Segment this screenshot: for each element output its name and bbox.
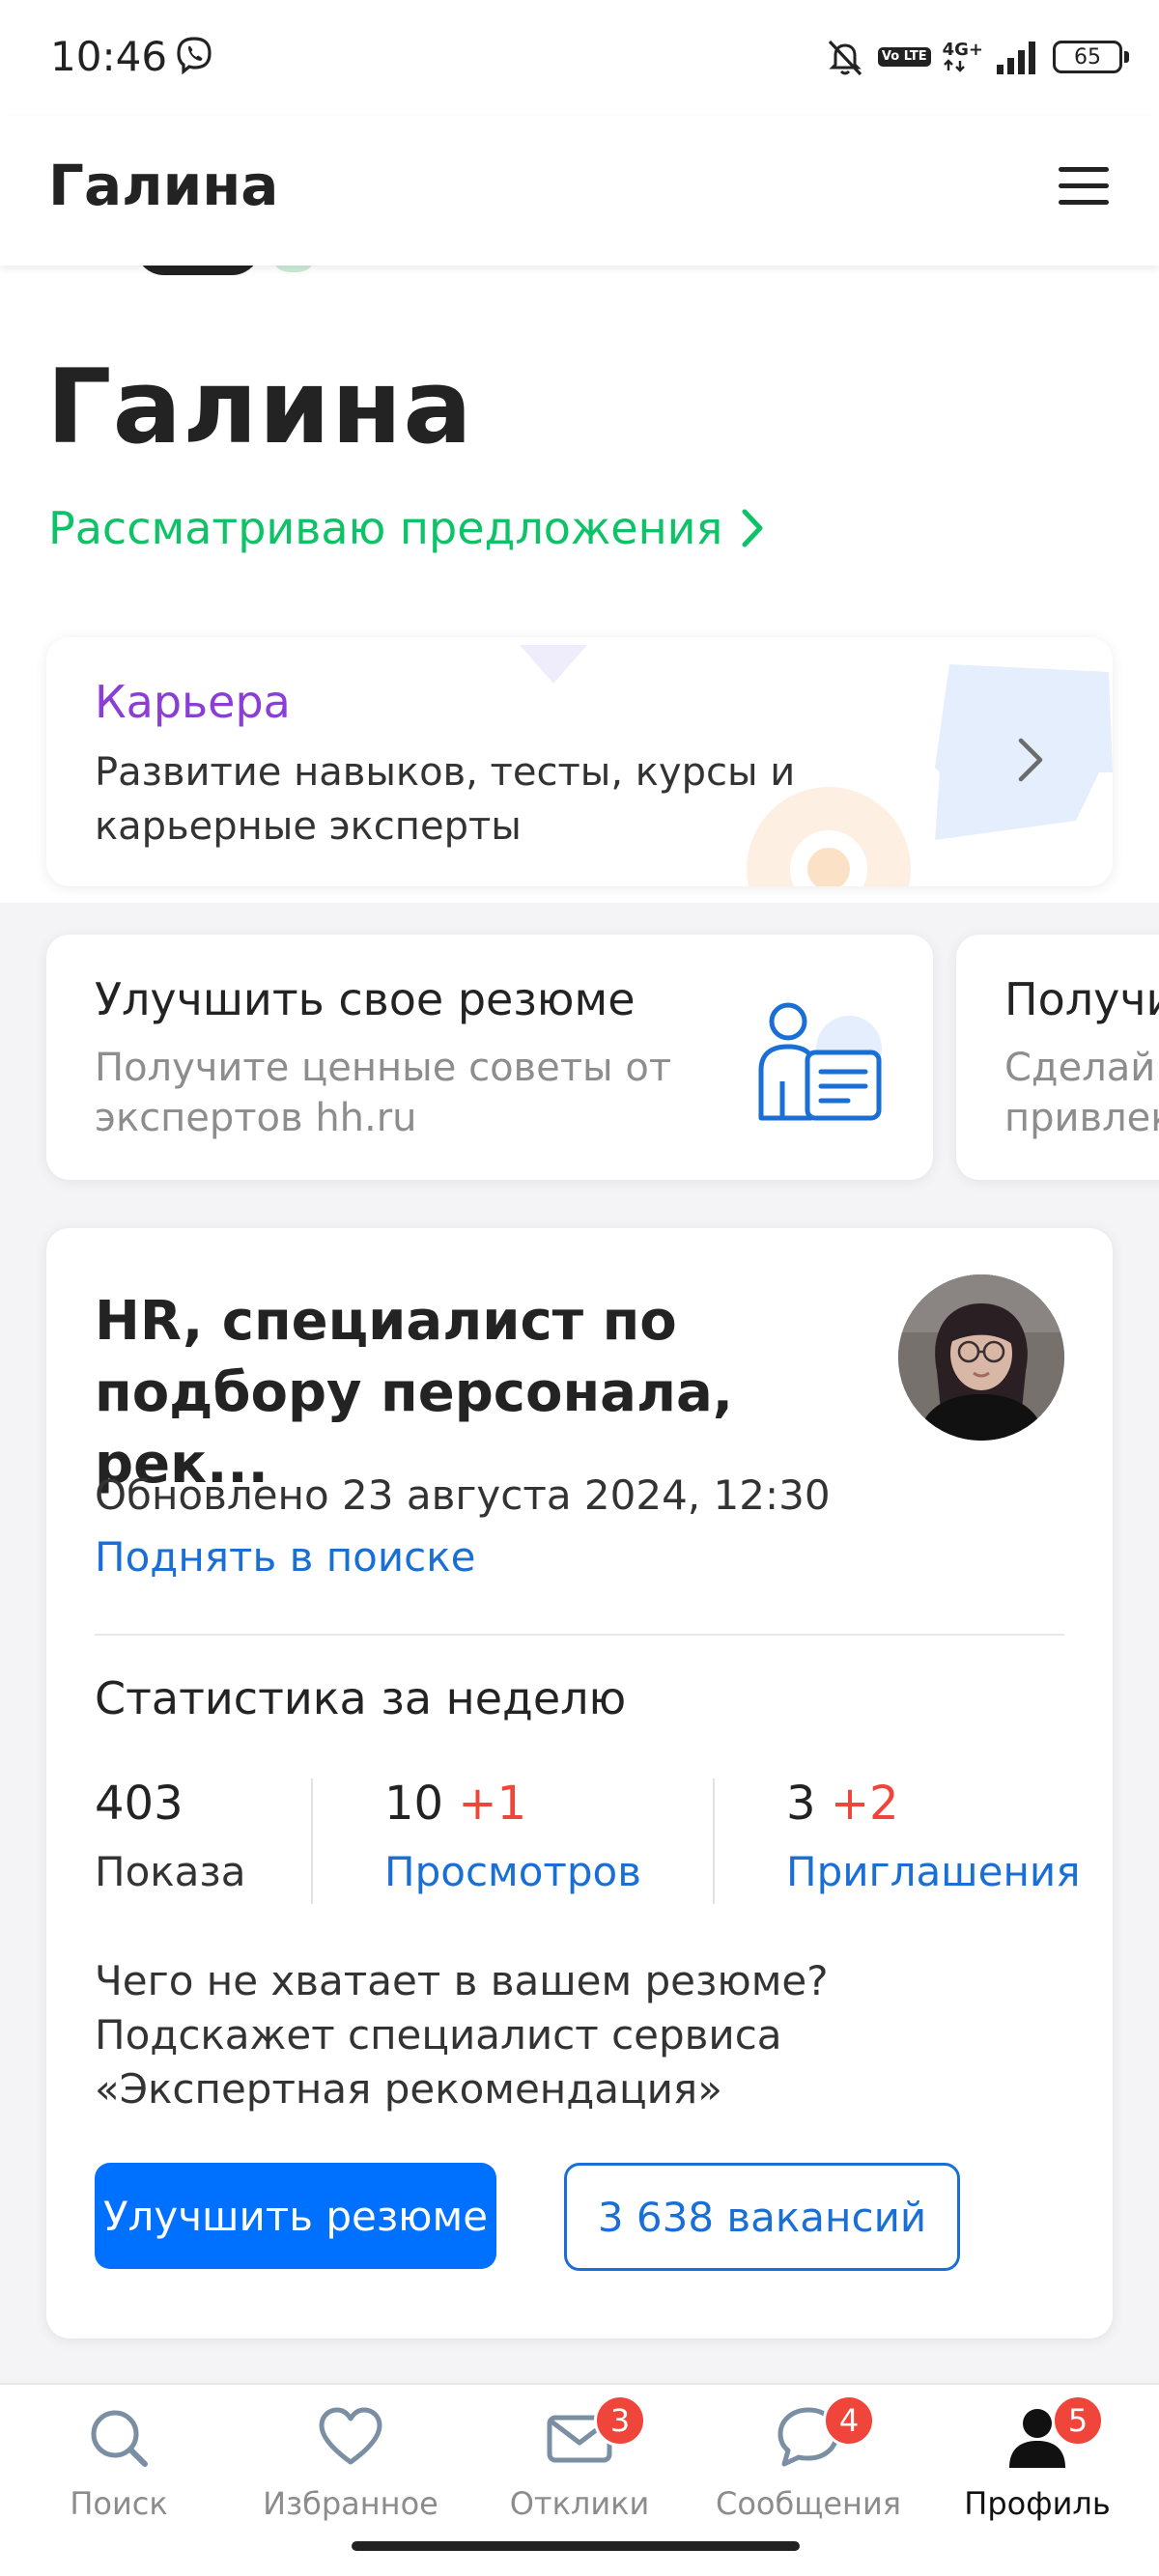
network-type: 4G+ xyxy=(942,40,983,60)
nav-label: Избранное xyxy=(263,2485,438,2522)
stat-separator xyxy=(713,1778,715,1904)
nav-label: Профиль xyxy=(964,2485,1111,2522)
stat-label-link[interactable]: Приглашения xyxy=(786,1848,1080,1895)
stat-delta: +2 xyxy=(830,1777,899,1831)
promo-subtitle-line: экспертов hh.ru xyxy=(95,1096,417,1140)
divider xyxy=(95,1634,1064,1636)
search-icon xyxy=(91,2410,148,2467)
career-card[interactable]: Карьера Развитие навыков, тесты, курсы и… xyxy=(46,637,1113,886)
promo-subtitle-line: Сделай xyxy=(1004,1046,1156,1090)
career-subtitle: Развитие навыков, тесты, курсы и карьерн… xyxy=(95,750,796,849)
battery-level: 65 xyxy=(1074,44,1101,70)
promo-card-subtitle: Сделай привлек xyxy=(1004,1043,1159,1143)
stat-number: 10 xyxy=(384,1777,444,1831)
improve-resume-card[interactable]: Улучшить свое резюме Получите ценные сов… xyxy=(46,935,933,1180)
job-status-label: Рассматриваю предложения xyxy=(48,502,723,554)
raise-in-search-link[interactable]: Поднять в поиске xyxy=(95,1533,475,1581)
stat-views[interactable]: 10 +1 Просмотров xyxy=(384,1777,641,1895)
nav-item-favorites[interactable]: Избранное xyxy=(235,2404,466,2549)
nav-label: Поиск xyxy=(70,2485,168,2522)
resume-updated-date: Обновлено 23 августа 2024, 12:30 xyxy=(95,1471,831,1519)
status-icons: Vo LTE 4G+ 65 xyxy=(824,33,1129,81)
stat-number: 403 xyxy=(95,1777,184,1831)
job-search-status-link[interactable]: Рассматриваю предложения xyxy=(48,502,765,554)
resume-card[interactable]: HR, специалист по подбору персонала, рек… xyxy=(46,1228,1113,2338)
promo-card-partial[interactable]: Получи Сделай привлек xyxy=(956,935,1159,1180)
promo-card-subtitle: Получите ценные советы от экспертов hh.r… xyxy=(95,1043,693,1143)
stat-impressions: 403 Показа xyxy=(95,1777,245,1895)
nav-item-messages[interactable]: 4 Сообщения xyxy=(693,2394,924,2549)
volte-badge: Vo LTE xyxy=(877,47,931,67)
header-title: Галина xyxy=(48,153,279,218)
expert-recommendation-text: Чего не хватает в вашем резюме? Подскаже… xyxy=(95,1957,829,2113)
weekly-stats-title: Статистика за неделю xyxy=(95,1672,627,1724)
notification-badge: 4 xyxy=(823,2394,875,2447)
promo-card-title: Улучшить свое резюме xyxy=(95,973,636,1025)
resume-photo xyxy=(898,1274,1064,1441)
stat-value: 3 +2 xyxy=(786,1777,1080,1831)
viber-icon xyxy=(177,37,212,75)
nav-item-profile[interactable]: 5 Профиль xyxy=(921,2394,1153,2549)
resume-title[interactable]: HR, специалист по подбору персонала, рек… xyxy=(95,1286,906,1500)
vacancies-button[interactable]: 3 638 вакансий xyxy=(564,2163,960,2271)
promo-subtitle-line: привлек xyxy=(1004,1096,1159,1140)
signal-icon xyxy=(997,42,1035,74)
data-arrows-icon xyxy=(943,59,965,72)
notification-badge: 3 xyxy=(594,2394,646,2447)
stat-label: Показа xyxy=(95,1848,246,1895)
status-bar: 10:46 Vo LTE 4G+ 65 xyxy=(0,0,1159,116)
nav-label: Сообщения xyxy=(715,2485,902,2522)
improve-resume-button[interactable]: Улучшить резюме xyxy=(95,2163,496,2269)
chevron-right-icon xyxy=(742,509,763,547)
profile-name: Галина xyxy=(46,348,473,466)
stat-label-link[interactable]: Просмотров xyxy=(384,1848,641,1895)
stat-number: 3 xyxy=(786,1777,816,1831)
nav-item-responses[interactable]: 3 Отклики xyxy=(464,2394,695,2549)
nav-label: Отклики xyxy=(509,2485,650,2522)
stat-delta: +1 xyxy=(458,1777,527,1831)
stat-value: 403 xyxy=(95,1777,245,1831)
nav-item-search[interactable]: Поиск xyxy=(3,2404,235,2549)
career-title: Карьера xyxy=(95,676,291,728)
promo-card-title: Получи xyxy=(1004,973,1159,1025)
muted-bell-icon xyxy=(828,40,862,76)
status-time: 10:46 xyxy=(50,33,168,80)
home-indicator[interactable] xyxy=(352,2541,800,2551)
resume-expert-icon xyxy=(758,1002,882,1121)
chevron-right-icon xyxy=(1018,738,1043,782)
hamburger-menu-icon[interactable] xyxy=(1057,164,1111,209)
promo-subtitle-line: Получите ценные советы от xyxy=(95,1046,672,1090)
app-header: Галина xyxy=(0,116,1159,266)
stat-value: 10 +1 xyxy=(384,1777,641,1831)
avatar-photo-icon xyxy=(898,1274,1064,1441)
notification-badge: 5 xyxy=(1052,2394,1104,2447)
battery-icon: 65 xyxy=(1053,41,1129,73)
heart-icon xyxy=(319,2407,382,2465)
stat-invitations[interactable]: 3 +2 Приглашения xyxy=(786,1777,1080,1895)
stat-separator xyxy=(311,1778,313,1904)
